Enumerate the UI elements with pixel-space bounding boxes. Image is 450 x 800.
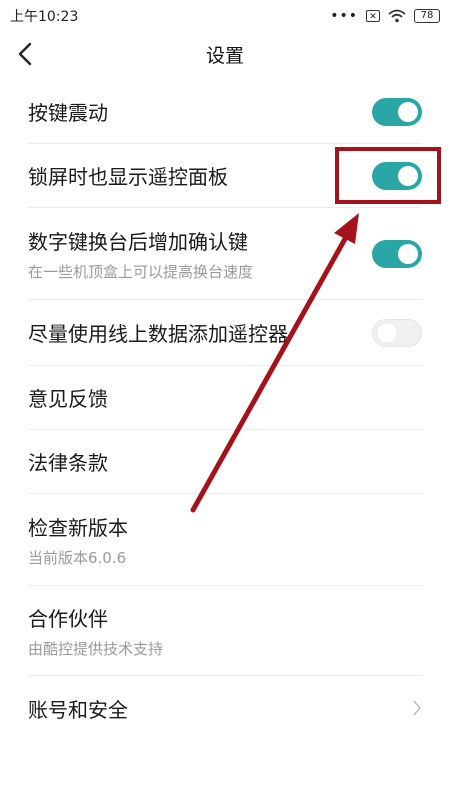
setting-label: 锁屏时也显示遥控面板	[28, 165, 228, 189]
setting-subtitle: 由酷控提供技术支持	[28, 639, 164, 658]
setting-label: 合作伙伴	[28, 606, 108, 631]
battery-icon: 78	[414, 9, 440, 23]
key-vibration-toggle[interactable]	[372, 97, 422, 126]
setting-legal[interactable]: 法律条款	[28, 430, 422, 494]
setting-label: 检查新版本	[28, 515, 128, 540]
status-time: 上午10:23	[10, 9, 79, 25]
toggle-knob	[398, 101, 418, 122]
back-arrow-icon[interactable]	[14, 42, 38, 66]
setting-account-security[interactable]: 账号和安全	[28, 676, 422, 740]
annotation-highlight-box	[335, 147, 441, 204]
status-icons: ••• ✕ 78	[330, 8, 440, 24]
setting-label: 数字键换台后增加确认键	[28, 229, 248, 254]
more-notifications-icon: •••	[330, 8, 358, 24]
page-title: 设置	[205, 44, 244, 67]
version-text: 当前版本6.0.6	[28, 548, 127, 567]
toggle-knob	[398, 243, 418, 264]
setting-label: 意见反馈	[28, 387, 108, 411]
setting-confirm-key[interactable]: 数字键换台后增加确认键 在一些机顶盒上可以提高换台速度	[28, 208, 422, 300]
setting-key-vibration[interactable]: 按键震动	[28, 80, 422, 144]
chevron-right-icon	[413, 700, 422, 716]
setting-partners[interactable]: 合作伙伴 由酷控提供技术支持	[28, 586, 422, 676]
wifi-icon	[388, 9, 406, 23]
no-sim-icon: ✕	[366, 10, 380, 22]
setting-online-data[interactable]: 尽量使用线上数据添加遥控器	[28, 300, 422, 366]
confirm-key-toggle[interactable]	[372, 239, 422, 268]
status-bar: 上午10:23 ••• ✕ 78	[0, 0, 450, 32]
setting-label: 账号和安全	[28, 697, 128, 722]
setting-subtitle: 在一些机顶盒上可以提高换台速度	[28, 262, 254, 281]
online-data-toggle[interactable]	[372, 318, 422, 347]
setting-feedback[interactable]: 意见反馈	[28, 366, 422, 430]
header: 设置	[0, 32, 450, 76]
toggle-knob	[377, 322, 397, 343]
setting-label: 按键震动	[28, 101, 108, 125]
setting-label: 尽量使用线上数据添加遥控器	[28, 322, 288, 346]
setting-check-update[interactable]: 检查新版本 当前版本6.0.6	[28, 494, 422, 586]
setting-label: 法律条款	[28, 451, 108, 475]
